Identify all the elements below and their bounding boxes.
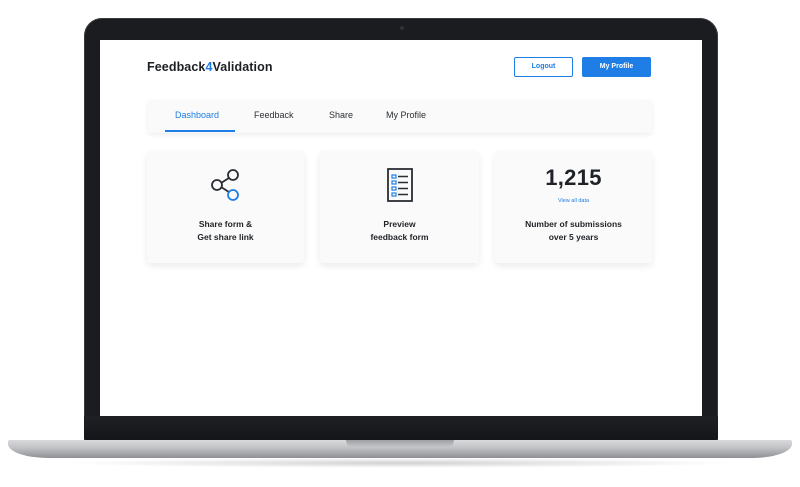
app-header: Feedback4Validation Logout My Profile [147,57,653,81]
brand-suffix: Validation [212,60,273,74]
camera-dot [400,26,404,30]
preview-card-line2: feedback form [370,232,429,242]
laptop-lid: Feedback4Validation Logout My Profile Da… [84,18,718,442]
logout-button[interactable]: Logout [514,57,573,77]
base-notch [346,440,454,447]
brand-logo[interactable]: Feedback4Validation [147,60,273,74]
my-profile-button[interactable]: My Profile [582,57,651,77]
tab-my-profile[interactable]: My Profile [386,110,426,120]
tab-dashboard[interactable]: Dashboard [175,110,219,120]
brand-accent: 4 [205,60,213,74]
view-all-data-link[interactable]: View all data [495,198,652,204]
tab-bar: Dashboard Feedback Share My Profile [148,100,652,133]
share-icon [210,168,242,207]
share-form-card[interactable]: Share form & Get share link [147,151,304,263]
share-card-line2: Get share link [197,232,254,242]
laptop-shadow [60,458,740,468]
tab-share[interactable]: Share [329,110,353,120]
screen: Feedback4Validation Logout My Profile Da… [100,40,702,416]
form-document-icon [386,168,414,207]
laptop-base [8,440,792,458]
stats-card-line2: over 5 years [548,232,599,242]
share-card-line1: Share form & [198,219,253,229]
share-card-label: Share form & Get share link [147,218,304,244]
stats-card-line1: Number of submissions [525,219,622,229]
tab-feedback[interactable]: Feedback [254,110,294,120]
preview-card-line1: Preview [383,219,416,229]
submissions-count: 1,215 [545,165,602,190]
stats-card-label: Number of submissions over 5 years [495,218,652,244]
lid-bezel-bottom [84,416,718,442]
brand-prefix: Feedback [147,60,206,74]
active-tab-indicator [165,130,235,132]
submissions-stat-card: 1,215 View all data Number of submission… [495,151,652,263]
preview-form-card[interactable]: Preview feedback form [320,151,479,263]
preview-card-label: Preview feedback form [320,218,479,244]
